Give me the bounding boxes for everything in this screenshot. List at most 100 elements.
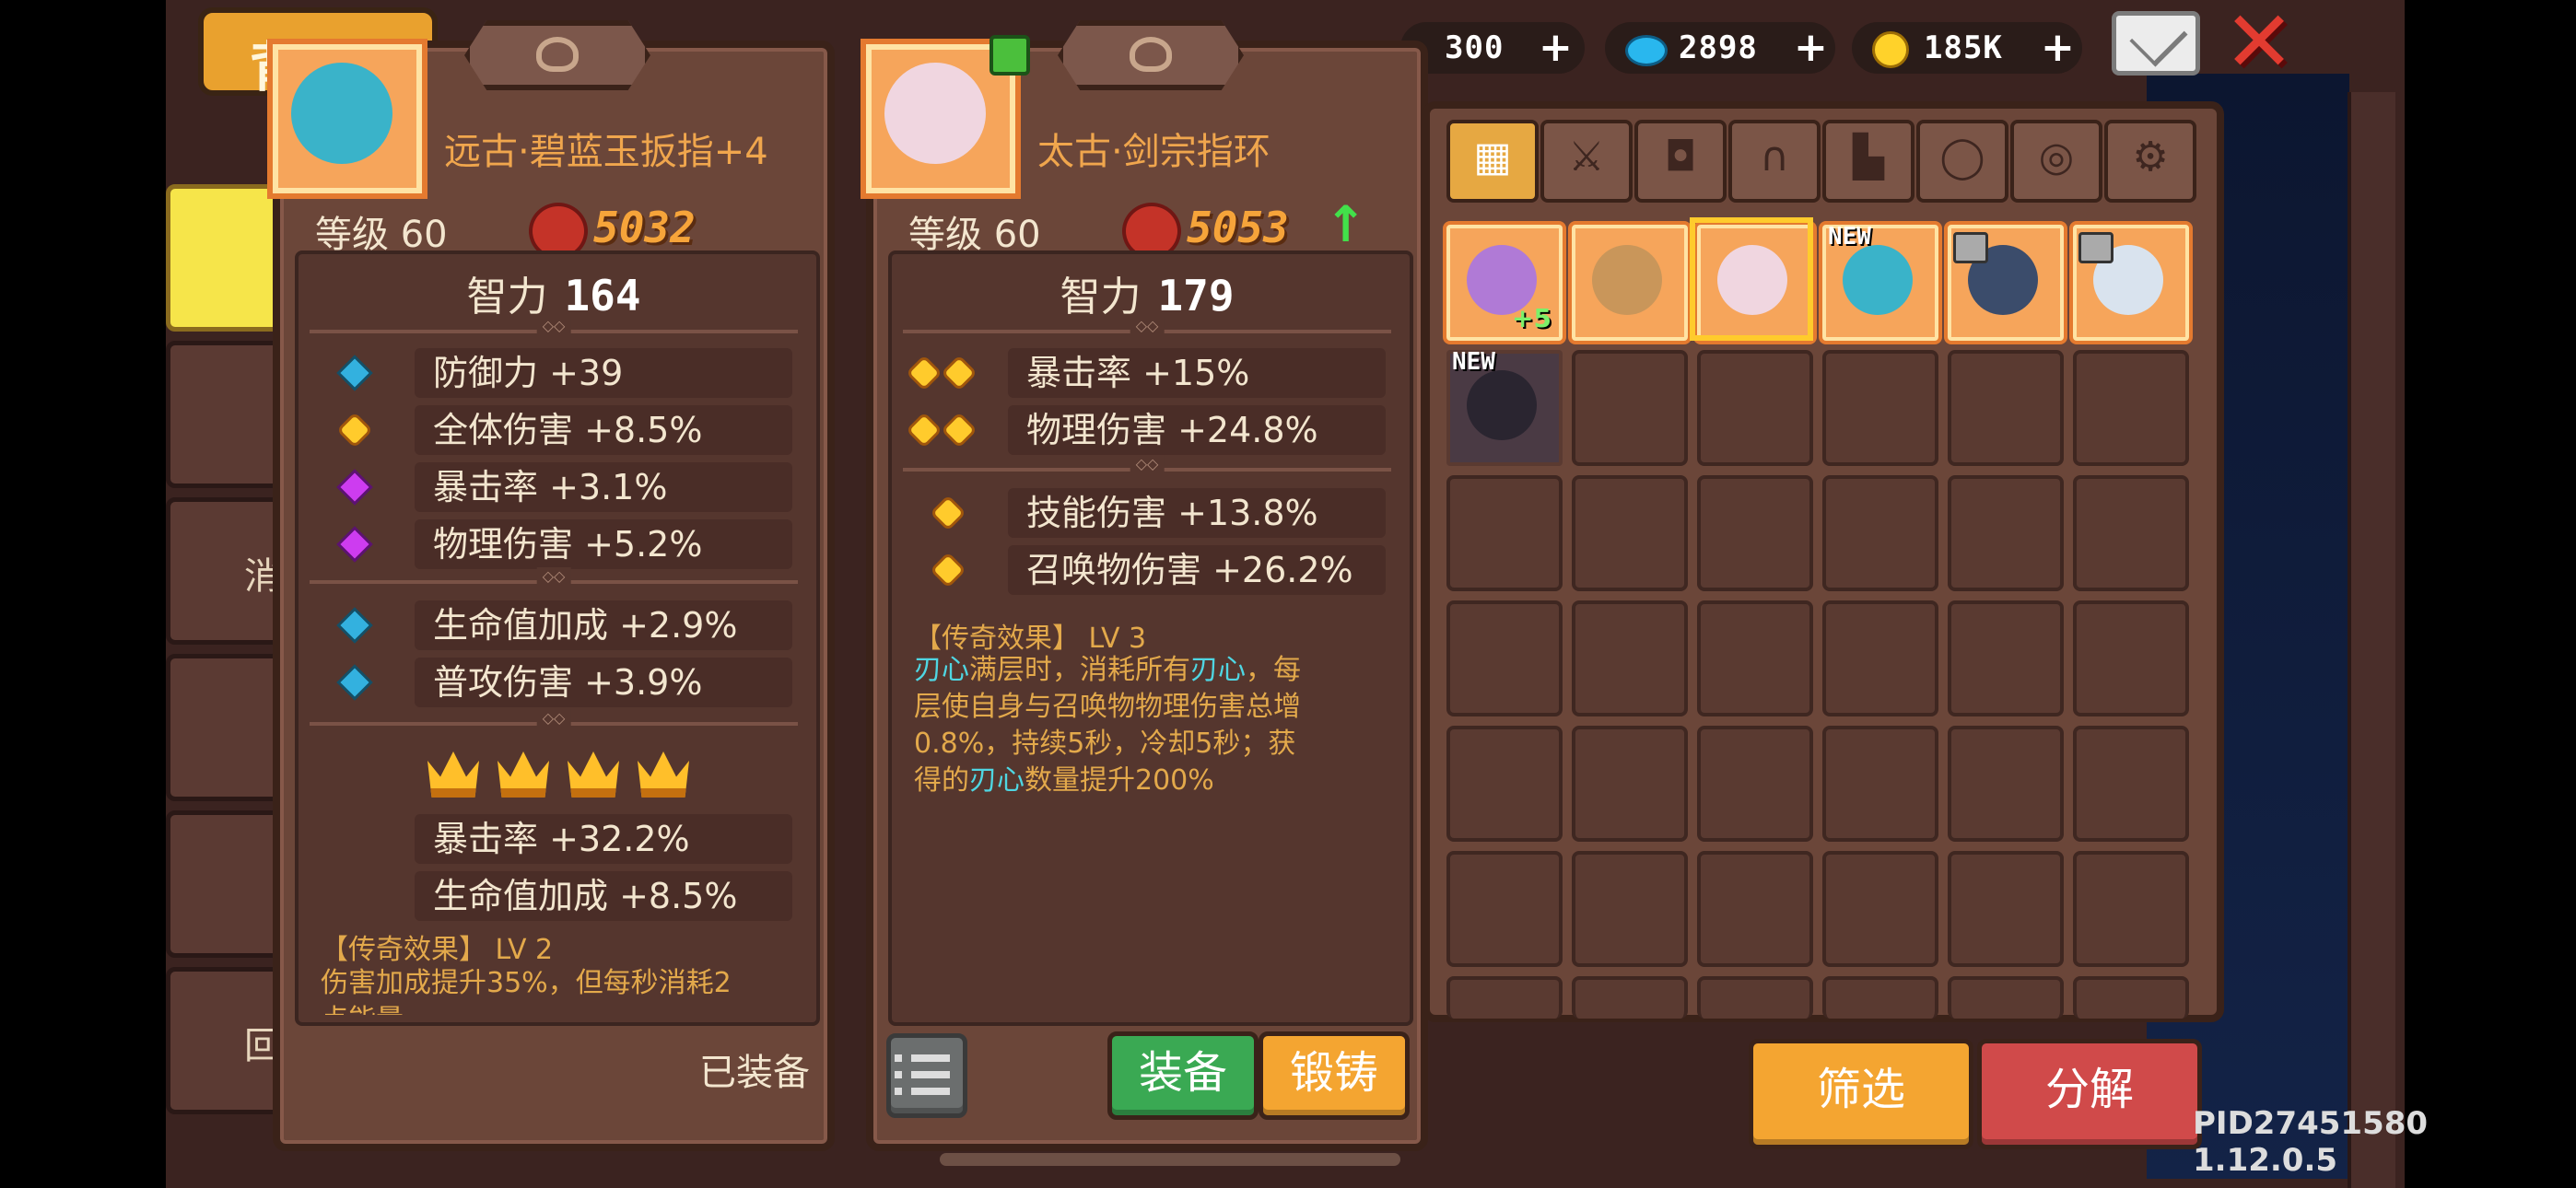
empty-slot[interactable] (1446, 976, 1563, 1019)
equipped-stats-panel: 智力164 防御力 +39 全体伤害 +8.5% 暴击率 +3.1% 物理伤害 +5.… (295, 250, 820, 1026)
empty-slot[interactable] (1572, 851, 1688, 967)
empty-slot[interactable] (2073, 600, 2189, 716)
gold-counter: 185K + (1852, 22, 2082, 74)
filter-button[interactable]: 筛选 (1749, 1039, 1973, 1149)
legend-segment: ，每 (1246, 654, 1301, 686)
list-icon (895, 1071, 902, 1078)
empty-slot[interactable] (1948, 350, 2064, 466)
gold-gem-icon (944, 358, 974, 388)
necklace-icon[interactable]: ◯ (1916, 120, 2008, 203)
legend-segment: 得的 (914, 764, 969, 797)
equip-button[interactable]: 装备 (1107, 1031, 1259, 1120)
unlock-icon (989, 35, 1030, 76)
empty-slot[interactable] (2073, 976, 2189, 1019)
armor-icon[interactable]: ◘ (1634, 120, 1727, 203)
empty-slot[interactable] (1822, 851, 1938, 967)
divider (310, 580, 798, 584)
inventory-item[interactable]: NEW (1446, 348, 1563, 466)
empty-slot[interactable] (1948, 976, 2064, 1019)
equipment-icon (1843, 245, 1913, 315)
helmet-icon[interactable]: ∩ (1728, 120, 1821, 203)
sword-icon[interactable]: ⚔ (1540, 120, 1633, 203)
purple-gem-icon (340, 530, 369, 559)
empty-slot[interactable] (1948, 726, 2064, 842)
empty-slot[interactable] (1572, 475, 1688, 591)
inventory-item[interactable]: +5 (1446, 225, 1563, 341)
inventory-item[interactable] (2073, 225, 2189, 341)
ring-icon[interactable]: ◎ (2010, 120, 2102, 203)
scrollbar[interactable] (940, 1153, 1400, 1166)
empty-slot[interactable] (1948, 475, 2064, 591)
empty-slot[interactable] (1572, 976, 1688, 1019)
empty-slot[interactable] (1446, 600, 1563, 716)
blue-gem-icon (340, 358, 369, 388)
empty-slot[interactable] (1446, 475, 1563, 591)
detail-list-button[interactable] (886, 1033, 967, 1118)
gear-icon[interactable]: ⚙ (2104, 120, 2196, 203)
crown-icon (568, 751, 619, 798)
empty-slot[interactable] (1697, 851, 1813, 967)
gold-gem-icon (909, 358, 939, 388)
inventory-item[interactable] (1948, 225, 2064, 341)
empty-slot[interactable] (1948, 600, 2064, 716)
equipped-item-icon (273, 44, 422, 193)
stat-row: 暴击率 +15% (1008, 348, 1386, 398)
empty-slot[interactable] (1446, 851, 1563, 967)
empty-slot[interactable] (1572, 350, 1688, 466)
gem-value: 2898 (1679, 29, 1758, 66)
equipment-icon (1467, 370, 1537, 440)
empty-slot[interactable] (1697, 475, 1813, 591)
new-tag: NEW (1452, 348, 1495, 376)
empty-slot[interactable] (1822, 350, 1938, 466)
gem-add-button[interactable]: + (1794, 24, 1828, 71)
decompose-button[interactable]: 分解 (1977, 1039, 2202, 1149)
equipped-legend-clip: 伤害加成提升35%，但每秒消耗2点能量 (321, 965, 754, 1015)
gold-add-button[interactable]: + (2041, 24, 2075, 71)
blue-gem-icon (340, 611, 369, 640)
empty-slot[interactable] (2073, 726, 2189, 842)
empty-slot[interactable] (1822, 475, 1938, 591)
equipment-icon (1592, 245, 1662, 315)
compare-item-card: 太古·剑宗指环 等级 60 5053 ↑ 智力179 暴击率 +15%物理伤害 … (866, 20, 1428, 1151)
empty-slot[interactable] (1572, 726, 1688, 842)
compare-legend-title: 【传奇效果】 LV 3 (914, 623, 1147, 655)
empty-slot[interactable] (1697, 350, 1813, 466)
crown-stat-row: 暴击率 +32.2% (415, 814, 792, 864)
stamina-counter: 300 + (1400, 22, 1585, 74)
divider (310, 722, 798, 726)
empty-slot[interactable] (1822, 600, 1938, 716)
empty-slot[interactable] (2073, 851, 2189, 967)
stat-row: 物理伤害 +5.2% (415, 519, 792, 569)
list-icon (911, 1071, 950, 1078)
boots-icon[interactable]: ▙ (1822, 120, 1914, 203)
ring-slot-ornament (464, 20, 650, 90)
empty-slot[interactable] (1948, 851, 2064, 967)
crown-icon (638, 751, 689, 798)
empty-slot[interactable] (1822, 726, 1938, 842)
grid-icon[interactable]: ▦ (1446, 120, 1539, 203)
empty-slot[interactable] (1572, 600, 1688, 716)
empty-slot[interactable] (1446, 726, 1563, 842)
stamina-add-button[interactable]: + (1539, 24, 1573, 71)
legend-keyword: 刃心 (1190, 654, 1246, 686)
mail-icon[interactable] (2112, 11, 2200, 76)
empty-slot[interactable] (1697, 726, 1813, 842)
crown-rating (427, 751, 704, 801)
inventory-item[interactable]: NEW (1822, 223, 1938, 341)
empty-slot[interactable] (1822, 976, 1938, 1019)
crown-stat-row: 生命值加成 +8.5% (415, 871, 792, 921)
purple-gem-icon (340, 472, 369, 502)
empty-slot[interactable] (2073, 350, 2189, 466)
empty-slot[interactable] (1697, 976, 1813, 1019)
equipped-main-stat: 智力 164 (466, 271, 641, 320)
inventory-item[interactable] (1572, 225, 1688, 341)
empty-slot[interactable] (1697, 600, 1813, 716)
empty-slot[interactable] (2073, 475, 2189, 591)
legend-line: 得的刃心数量提升200% (914, 763, 1375, 799)
forge-button[interactable]: 锻铸 (1259, 1031, 1410, 1120)
gold-gem-icon (340, 415, 369, 445)
close-icon[interactable]: ✕ (2220, 0, 2298, 85)
ring-slot-ornament (1058, 20, 1244, 90)
inventory-panel: ▦ ⚔ ◘ ∩ ▙ ◯ ◎ ⚙ +5 NEW NEW (1423, 101, 2224, 1022)
gold-gem-icon (909, 415, 939, 445)
